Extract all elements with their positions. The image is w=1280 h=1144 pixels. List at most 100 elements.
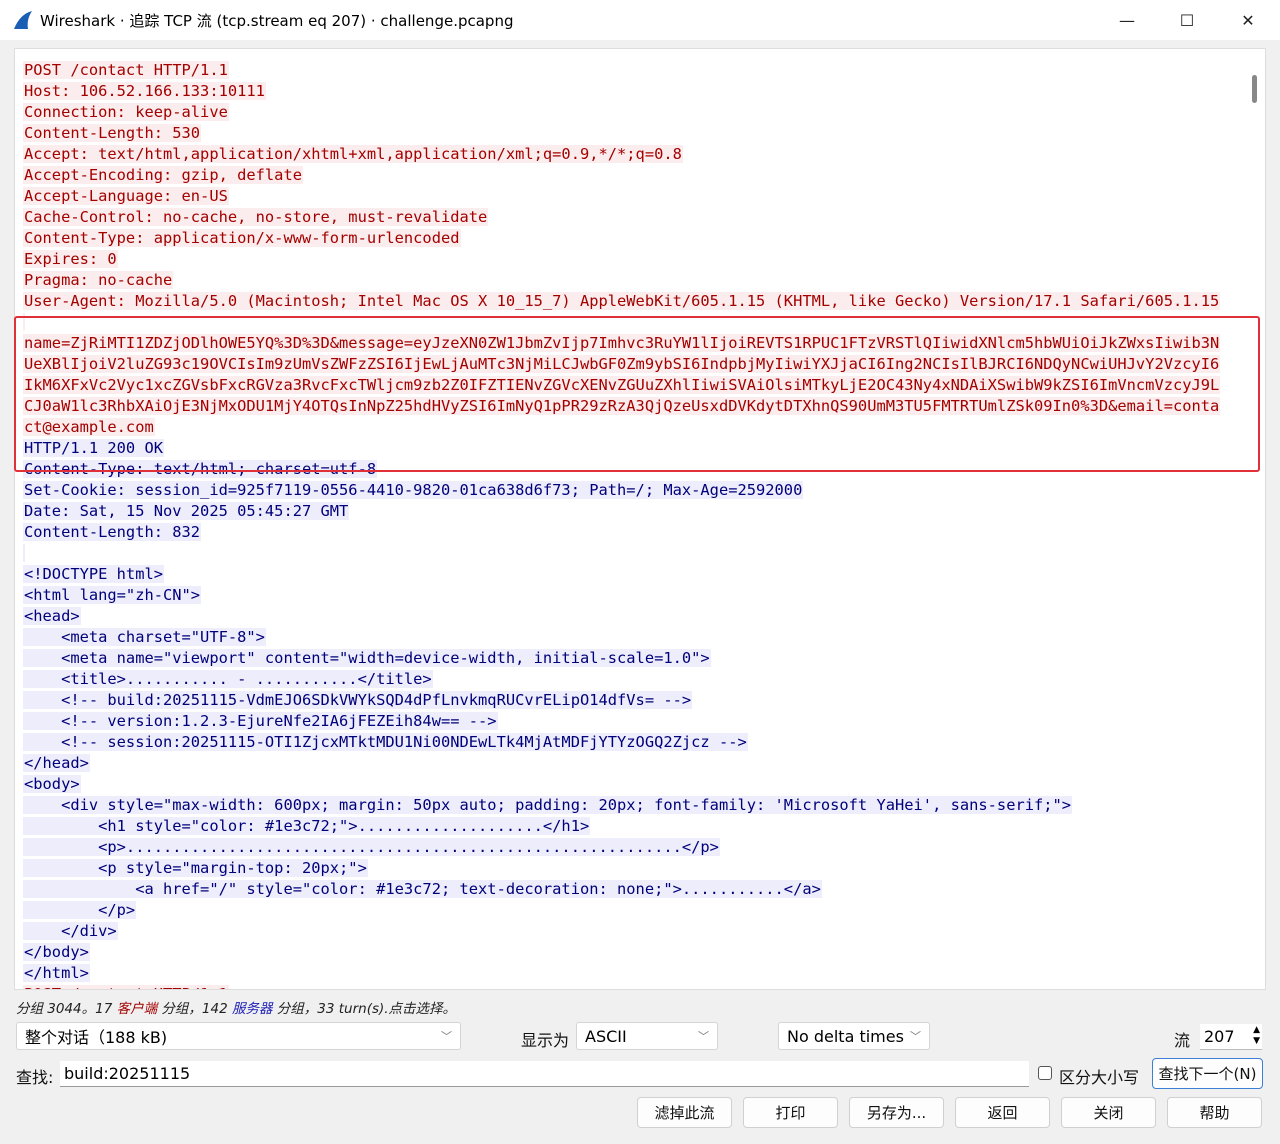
line-text: User-Agent: Mozilla/5.0 (Macintosh; Inte… [23, 292, 1221, 310]
help-button[interactable]: 帮助 [1167, 1097, 1262, 1128]
title-bar: Wireshark · 追踪 TCP 流 (tcp.stream eq 207)… [0, 0, 1280, 40]
chevron-down-icon: ﹀ [910, 1030, 921, 1043]
line-text: </div> [23, 922, 118, 940]
server-line: </body> [23, 942, 1220, 963]
client-line: POST /contact HTTP/1.1 [23, 60, 1220, 81]
show-as-label: 显示为 [521, 1031, 570, 1050]
case-sensitive-checkbox[interactable] [1038, 1066, 1052, 1080]
stream-text[interactable]: POST /contact HTTP/1.1 Host: 106.52.166.1… [23, 60, 1221, 989]
line-text: <!-- build:20251115-VdmEJO6SDkVWYkSQD4dP… [23, 691, 693, 709]
server-line: <body> [23, 774, 1220, 795]
line-text: </html> [23, 964, 90, 982]
server-line: <!-- session:20251115-OTI1ZjcxMTktMDU1Ni… [23, 732, 1220, 753]
maximize-button[interactable]: ☐ [1157, 0, 1217, 40]
status-text: 分组 3044。17 [16, 1001, 117, 1017]
line-text: <!-- version:1.2.3-EjureNfe2IA6jFEZEih84… [23, 712, 498, 730]
stream-label: 流 [1174, 1031, 1191, 1050]
line-text: Host: 106.52.166.133:10111 [23, 82, 266, 100]
stream-content-pane[interactable]: POST /contact HTTP/1.1 Host: 106.52.166.1… [14, 48, 1266, 990]
vertical-scrollbar[interactable] [1252, 75, 1257, 103]
client-line: Cache-Control: no-cache, no-store, must-… [23, 207, 1220, 228]
close-button[interactable]: ✕ [1218, 0, 1278, 40]
line-text: Cache-Control: no-cache, no-store, must-… [23, 208, 489, 226]
stream-number-spinbox[interactable]: 207 ▲ ▼ [1200, 1024, 1262, 1050]
case-sensitive-label[interactable]: 区分大小写 [1059, 1064, 1139, 1088]
find-value: build:20251115 [64, 1064, 191, 1083]
print-button[interactable]: 打印 [743, 1097, 838, 1128]
server-line: <meta charset="UTF-8"> [23, 627, 1220, 648]
delta-value: No delta times [787, 1026, 904, 1046]
server-label: 服务器 [231, 1001, 273, 1017]
client-label: 客户端 [116, 1001, 158, 1017]
line-text: Accept: text/html,application/xhtml+xml,… [23, 145, 683, 163]
server-line: <title>........... - ...........</title> [23, 669, 1220, 690]
server-line: </div> [23, 921, 1220, 942]
find-next-button[interactable]: 查找下一个(N) [1152, 1058, 1263, 1089]
save-as-button[interactable]: 另存为... [849, 1097, 944, 1128]
line-text: <meta name="viewport" content="width=dev… [23, 649, 711, 667]
close-dialog-button[interactable]: 关闭 [1061, 1097, 1156, 1128]
server-line: <!DOCTYPE html> [23, 564, 1220, 585]
server-line: <head> [23, 606, 1220, 627]
line-text: <!DOCTYPE html> [23, 565, 164, 583]
client-line: User-Agent: Mozilla/5.0 (Macintosh; Inte… [23, 291, 1221, 312]
chevron-down-icon: ﹀ [441, 1030, 452, 1043]
line-text: Connection: keep-alive [23, 103, 229, 121]
server-line: <!-- build:20251115-VdmEJO6SDkVWYkSQD4dP… [23, 690, 1220, 711]
line-text: <html lang="zh-CN"> [23, 586, 202, 604]
line-text: POST /contact HTTP/1.1 [23, 61, 229, 79]
chevron-down-icon: ﹀ [698, 1030, 709, 1043]
conversation-select[interactable]: 整个对话（188 kB) ﹀ [16, 1022, 461, 1050]
client-line: Accept: text/html,application/xhtml+xml,… [23, 144, 1220, 165]
server-line: <div style="max-width: 600px; margin: 50… [23, 795, 1220, 816]
server-line: <p>.....................................… [23, 837, 1220, 858]
line-text: Content-Length: 832 [23, 523, 202, 541]
server-line: <!-- version:1.2.3-EjureNfe2IA6jFEZEih84… [23, 711, 1220, 732]
server-line [23, 543, 1220, 564]
line-text: </p> [23, 901, 137, 919]
line-text: <p style="margin-top: 20px;"> [23, 859, 368, 877]
server-line: </html> [23, 963, 1220, 984]
line-text: Content-Length: 530 [23, 124, 202, 142]
conversation-value: 整个对话（188 kB) [25, 1028, 168, 1047]
server-line: <p style="margin-top: 20px;"> [23, 858, 1220, 879]
client-line: Connection: keep-alive [23, 102, 1220, 123]
line-text: <div style="max-width: 600px; margin: 50… [23, 796, 1073, 814]
filter-out-stream-button[interactable]: 滤掉此流 [637, 1097, 732, 1128]
client-line: POST /contact HTTP/1.1 [23, 984, 1220, 989]
delta-times-select[interactable]: No delta times ﹀ [778, 1022, 930, 1050]
line-text: <a href="/" style="color: #1e3c72; text-… [23, 880, 822, 898]
client-line: Accept-Language: en-US [23, 186, 1220, 207]
client-line: Accept-Encoding: gzip, deflate [23, 165, 1220, 186]
line-text: Date: Sat, 15 Nov 2025 05:45:27 GMT [23, 502, 350, 520]
line-text: Expires: 0 [23, 250, 118, 268]
find-input[interactable]: build:20251115 [60, 1061, 1029, 1087]
line-text: <body> [23, 775, 81, 793]
stream-status: 分组 3044。17 客户端 分组，142 服务器 分组，33 turn(s).… [16, 997, 456, 1017]
client-line: Expires: 0 [23, 249, 1220, 270]
line-text: <meta charset="UTF-8"> [23, 628, 266, 646]
client-line: Content-Length: 530 [23, 123, 1220, 144]
line-text: <h1 style="color: #1e3c72;">............… [23, 817, 591, 835]
show-as-select[interactable]: ASCII ﹀ [576, 1022, 718, 1050]
line-text: <!-- session:20251115-OTI1ZjcxMTktMDU1Ni… [23, 733, 748, 751]
show-as-value: ASCII [585, 1026, 627, 1046]
server-line: <html lang="zh-CN"> [23, 585, 1220, 606]
server-line: <meta name="viewport" content="width=dev… [23, 648, 1220, 669]
server-line: Set-Cookie: session_id=925f7119-0556-441… [23, 480, 1220, 501]
minimize-button[interactable]: — [1097, 0, 1157, 40]
back-button[interactable]: 返回 [955, 1097, 1050, 1128]
client-line: Host: 106.52.166.133:10111 [23, 81, 1220, 102]
line-text: </head> [23, 754, 90, 772]
spin-arrows-icon[interactable]: ▲ ▼ [1253, 1025, 1260, 1047]
line-text: Content-Type: application/x-www-form-url… [23, 229, 461, 247]
line-text: Accept-Language: en-US [23, 187, 229, 205]
server-line: Date: Sat, 15 Nov 2025 05:45:27 GMT [23, 501, 1220, 522]
server-line: <a href="/" style="color: #1e3c72; text-… [23, 879, 1220, 900]
line-text: POST /contact HTTP/1.1 [23, 985, 229, 989]
client-line: Pragma: no-cache [23, 270, 1220, 291]
server-line: </head> [23, 753, 1220, 774]
highlight-box [14, 316, 1260, 472]
line-text: Set-Cookie: session_id=925f7119-0556-441… [23, 481, 804, 499]
server-line: </p> [23, 900, 1220, 921]
